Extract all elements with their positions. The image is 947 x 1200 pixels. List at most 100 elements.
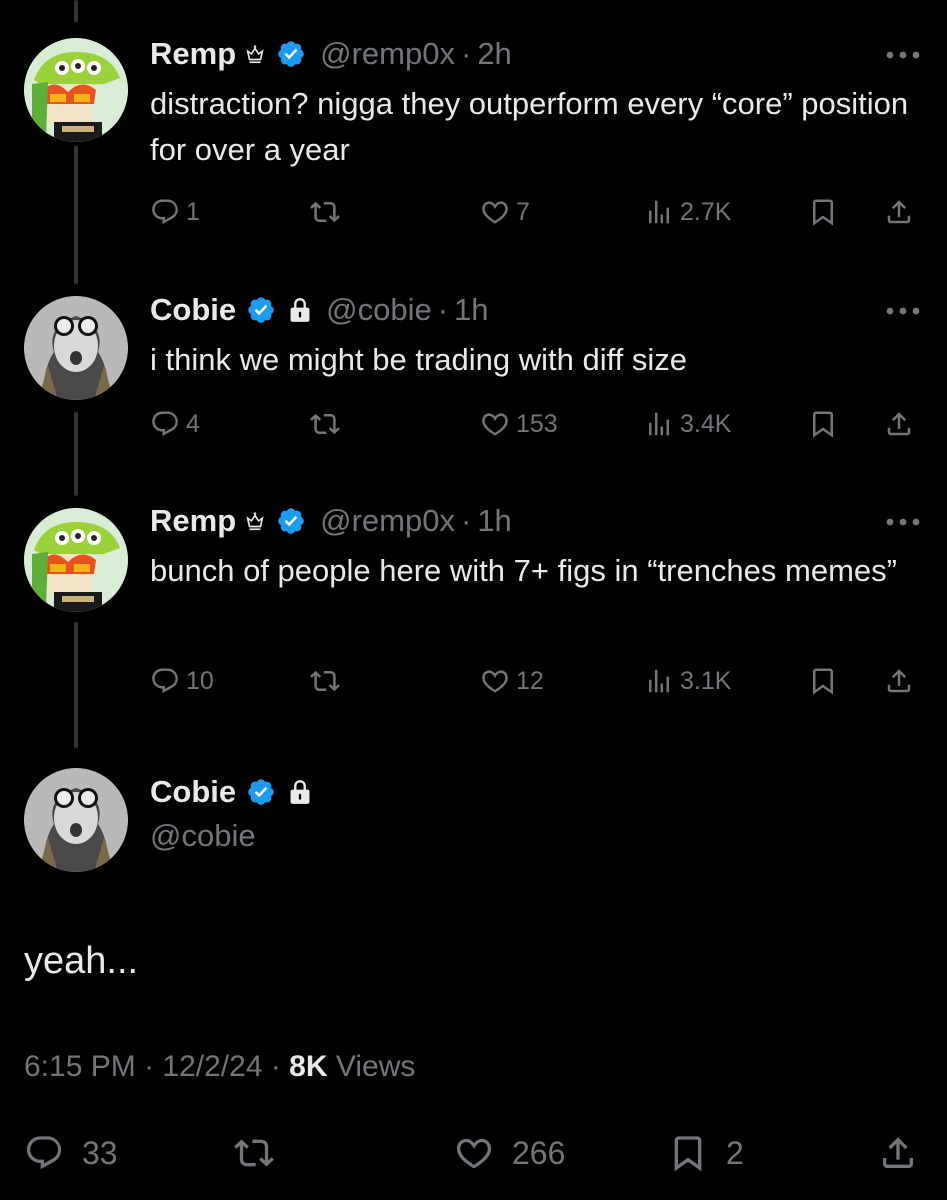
repost-icon — [234, 1133, 274, 1173]
views-count: 3.1K — [680, 666, 732, 695]
views-icon — [644, 197, 674, 227]
share-icon — [884, 197, 914, 227]
avatar[interactable] — [24, 296, 128, 400]
handle[interactable]: @cobie — [150, 818, 256, 854]
views-button[interactable]: 3.4K — [644, 402, 731, 446]
share-button[interactable] — [884, 402, 914, 446]
bookmark-icon — [668, 1133, 708, 1173]
heart-icon — [480, 197, 510, 227]
thread-line — [74, 0, 78, 22]
handle[interactable]: @remp0x — [320, 36, 455, 72]
reply-icon — [150, 666, 180, 696]
bookmark-count: 2 — [726, 1134, 744, 1171]
views-icon — [644, 666, 674, 696]
reply-count: 10 — [186, 666, 214, 695]
share-icon — [884, 666, 914, 696]
tweet-meta: 6:15 PM · 12/2/24 · 8K Views — [24, 1050, 415, 1084]
reply-count: 1 — [186, 197, 200, 226]
views-button[interactable]: 3.1K — [644, 659, 731, 703]
like-count: 7 — [516, 197, 530, 226]
thread-line — [74, 146, 78, 284]
post-time[interactable]: 6:15 PM — [24, 1050, 136, 1083]
avatar[interactable] — [24, 768, 128, 872]
lock-icon — [288, 779, 312, 805]
tweet-text: bunch of people here with 7+ figs in “tr… — [150, 553, 897, 588]
share-button[interactable] — [884, 190, 914, 234]
like-count: 266 — [512, 1134, 566, 1171]
repost-button[interactable] — [310, 659, 340, 703]
repost-button[interactable] — [310, 190, 340, 234]
display-name[interactable]: Cobie — [150, 774, 236, 810]
thread-line — [74, 622, 78, 748]
action-bar: 10 12 3.1K — [150, 659, 930, 703]
verified-badge-icon[interactable] — [276, 506, 306, 536]
repost-icon — [310, 409, 340, 439]
post-date[interactable]: 12/2/24 — [162, 1050, 262, 1083]
repost-icon — [310, 666, 340, 696]
bookmark-icon — [808, 197, 838, 227]
like-count: 153 — [516, 409, 558, 438]
share-icon — [878, 1133, 918, 1173]
separator-dot: · — [262, 1050, 290, 1083]
thread-line — [74, 412, 78, 496]
verified-badge-icon[interactable] — [276, 39, 306, 69]
tweet-text: i think we might be trading with diff si… — [150, 342, 688, 377]
bookmark-icon — [808, 409, 838, 439]
views-icon — [644, 409, 674, 439]
views-label[interactable]: Views — [336, 1050, 415, 1083]
views-count: 3.4K — [680, 409, 732, 438]
timestamp[interactable]: 1h — [477, 503, 511, 539]
timestamp[interactable]: 1h — [454, 292, 488, 328]
like-button[interactable]: 266 — [454, 1128, 565, 1178]
handle[interactable]: @cobie — [326, 292, 432, 328]
reply-icon — [150, 197, 180, 227]
share-button[interactable] — [878, 1128, 918, 1178]
tweet-text: distraction? nigga they outperform every… — [150, 86, 909, 167]
reply-count: 4 — [186, 409, 200, 438]
tweet-header: Remp @remp0x · 2h — [150, 36, 512, 72]
avatar[interactable] — [24, 508, 128, 612]
handle[interactable]: @remp0x — [320, 503, 455, 539]
tweet-text: yeah... — [24, 940, 139, 982]
share-icon — [884, 409, 914, 439]
more-options-icon[interactable] — [885, 306, 921, 316]
timestamp[interactable]: 2h — [477, 36, 511, 72]
like-button[interactable]: 7 — [480, 190, 530, 234]
views-count: 8K — [289, 1050, 328, 1083]
bookmark-button[interactable] — [808, 190, 838, 234]
verified-badge-icon[interactable] — [246, 777, 276, 807]
reply-icon — [24, 1133, 64, 1173]
reply-button[interactable]: 4 — [150, 402, 200, 446]
display-name[interactable]: Remp — [150, 36, 236, 72]
more-options-icon[interactable] — [885, 517, 921, 527]
reply-button[interactable]: 1 — [150, 190, 200, 234]
avatar[interactable] — [24, 38, 128, 142]
bookmark-button[interactable]: 2 — [668, 1128, 744, 1178]
bookmark-button[interactable] — [808, 402, 838, 446]
reply-icon — [150, 409, 180, 439]
separator-dot: · — [437, 292, 449, 327]
views-count: 2.7K — [680, 197, 732, 226]
reply-button[interactable]: 10 — [150, 659, 214, 703]
like-button[interactable]: 153 — [480, 402, 558, 446]
more-options-icon[interactable] — [885, 50, 921, 60]
heart-icon — [454, 1133, 494, 1173]
reply-button[interactable]: 33 — [24, 1128, 118, 1178]
reply-count: 33 — [82, 1134, 118, 1171]
like-button[interactable]: 12 — [480, 659, 544, 703]
repost-button[interactable] — [234, 1128, 274, 1178]
repost-button[interactable] — [310, 402, 340, 446]
display-name[interactable]: Remp — [150, 503, 236, 539]
crown-icon — [244, 510, 266, 532]
share-button[interactable] — [884, 659, 914, 703]
repost-icon — [310, 197, 340, 227]
display-name[interactable]: Cobie — [150, 292, 236, 328]
tweet-header: Cobie — [150, 774, 312, 810]
verified-badge-icon[interactable] — [246, 295, 276, 325]
crown-icon — [244, 43, 266, 65]
bookmark-icon — [808, 666, 838, 696]
views-button[interactable]: 2.7K — [644, 190, 731, 234]
heart-icon — [480, 666, 510, 696]
like-count: 12 — [516, 666, 544, 695]
bookmark-button[interactable] — [808, 659, 838, 703]
